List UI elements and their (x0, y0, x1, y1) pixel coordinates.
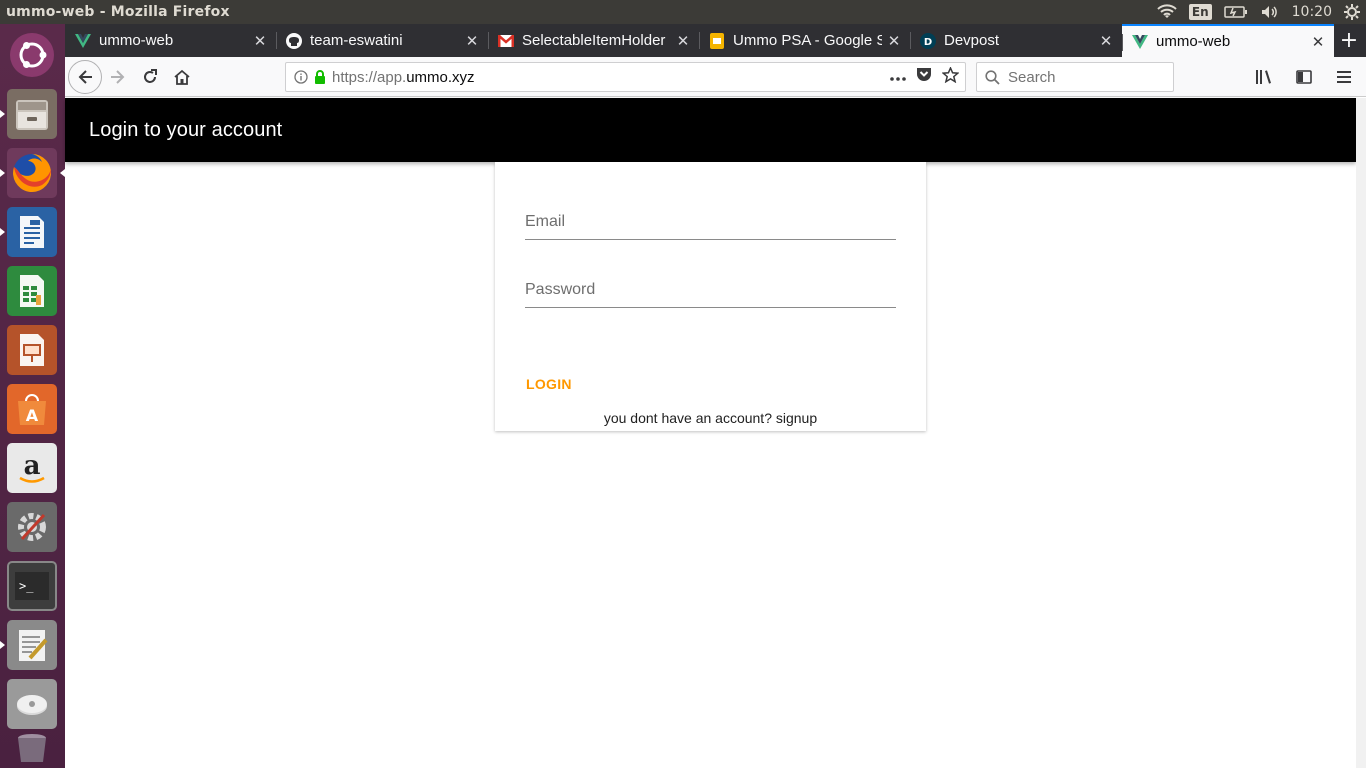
tab-devpost[interactable]: D Devpost ✕ (910, 24, 1122, 57)
url-text[interactable]: https://app.ummo.xyz (332, 69, 475, 86)
tab-close-icon[interactable]: ✕ (460, 32, 484, 50)
back-button[interactable] (68, 59, 102, 94)
lock-icon[interactable] (314, 70, 326, 84)
arrow-right-icon (111, 69, 125, 84)
navigation-toolbar: https://app.ummo.xyz (65, 57, 1366, 97)
writer-icon[interactable] (0, 207, 57, 257)
session-gear-icon[interactable] (1344, 4, 1360, 20)
signup-link[interactable]: signup (776, 410, 817, 426)
svg-text:>_: >_ (19, 579, 34, 593)
impress-icon[interactable] (7, 325, 57, 375)
signup-prefix-text: you dont have an account? (603, 410, 776, 426)
page-title: Login to your account (89, 118, 283, 141)
tab-selectable-item-holder[interactable]: SelectableItemHolder ✕ (488, 24, 699, 57)
system-top-panel: ummo-web - Mozilla Firefox En 10:20 (0, 0, 1366, 24)
url-host: ummo.xyz (406, 68, 475, 86)
new-tab-icon[interactable]: + (1334, 24, 1364, 57)
library-icon (1256, 70, 1271, 84)
email-field-container (525, 206, 896, 240)
web-page: Login to your account LOGIN you dont hav… (65, 98, 1356, 768)
software-center-icon[interactable]: A (7, 384, 57, 434)
tab-close-icon[interactable]: ✕ (1094, 32, 1118, 50)
slides-icon (709, 32, 725, 49)
page-actions-icon[interactable] (890, 68, 906, 86)
tab-close-icon[interactable]: ✕ (882, 32, 906, 50)
vue-icon (75, 33, 91, 49)
keyboard-language-indicator[interactable]: En (1188, 4, 1212, 20)
bookmark-star-icon[interactable] (941, 65, 960, 88)
menu-button[interactable] (1328, 61, 1360, 93)
svg-text:A: A (26, 406, 39, 425)
search-icon (985, 69, 1000, 85)
pocket-icon[interactable] (916, 67, 932, 87)
password-field[interactable] (525, 274, 896, 306)
forward-button[interactable] (102, 61, 134, 93)
url-bar[interactable]: https://app.ummo.xyz (285, 62, 966, 92)
text-editor-icon[interactable] (0, 620, 57, 670)
reload-button[interactable] (134, 61, 166, 93)
system-indicators: En 10:20 (1157, 4, 1366, 20)
wifi-icon[interactable] (1157, 4, 1177, 20)
clock[interactable]: 10:20 (1292, 4, 1332, 20)
signup-prompt: you dont have an account? signup (495, 410, 926, 426)
info-icon[interactable] (294, 70, 308, 84)
tab-team-eswatini[interactable]: team-eswatini ✕ (276, 24, 488, 57)
search-input[interactable] (1008, 68, 1158, 86)
firefox-icon[interactable] (0, 148, 65, 198)
login-card: LOGIN you dont have an account? signup (495, 162, 926, 431)
files-icon[interactable] (0, 89, 57, 139)
tab-close-icon[interactable]: ✕ (1306, 33, 1330, 51)
devpost-icon: D (920, 32, 936, 49)
amazon-icon[interactable]: a (7, 443, 57, 493)
window-title: ummo-web - Mozilla Firefox (6, 4, 230, 20)
sidebar-button[interactable] (1288, 61, 1320, 93)
search-bar[interactable] (976, 62, 1174, 92)
battery-icon[interactable] (1223, 5, 1248, 19)
url-prefix: https://app. (332, 68, 407, 86)
svg-text:a: a (24, 451, 41, 481)
tab-ummo-web-active[interactable]: ummo-web ✕ (1122, 24, 1334, 57)
tab-ummo-psa[interactable]: Ummo PSA - Google Sl ✕ (699, 24, 910, 57)
login-button[interactable]: LOGIN (517, 369, 581, 399)
vue-icon (1132, 34, 1148, 50)
calc-icon[interactable] (7, 266, 57, 316)
trash-icon[interactable] (7, 730, 57, 764)
unity-launcher: A a >_ (0, 24, 65, 768)
system-settings-icon[interactable] (7, 502, 57, 552)
arrow-left-icon (78, 69, 92, 84)
gmail-icon (498, 33, 514, 49)
ubuntu-dash-icon[interactable] (7, 30, 57, 80)
disks-icon[interactable] (7, 679, 57, 729)
library-button[interactable] (1248, 61, 1280, 93)
hamburger-menu-icon (1337, 71, 1351, 83)
app-toolbar: Login to your account (65, 98, 1356, 162)
tab-ummo-web-1[interactable]: ummo-web ✕ (65, 24, 276, 57)
home-icon (174, 69, 190, 85)
svg-text:D: D (924, 37, 932, 48)
tab-strip: ummo-web ✕ team-eswatini ✕ SelectableIte… (65, 24, 1366, 57)
terminal-icon[interactable]: >_ (7, 561, 57, 611)
sidebar-icon (1296, 70, 1312, 84)
password-field-container (525, 274, 896, 308)
volume-icon[interactable] (1260, 4, 1280, 20)
reload-icon (144, 68, 157, 83)
page-scrollbar[interactable] (1356, 98, 1366, 768)
tab-close-icon[interactable]: ✕ (248, 32, 272, 50)
tab-close-icon[interactable]: ✕ (671, 32, 695, 50)
email-field[interactable] (525, 206, 896, 238)
github-icon (286, 32, 302, 49)
home-button[interactable] (166, 61, 198, 93)
